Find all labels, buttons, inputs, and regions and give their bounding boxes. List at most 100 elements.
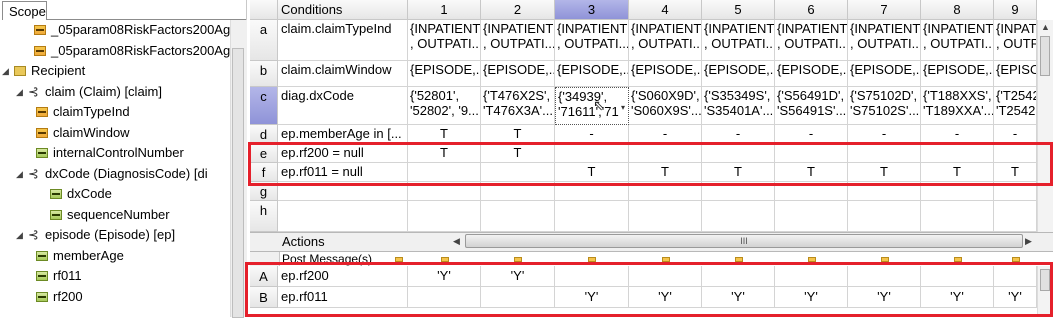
condition-cell[interactable] [629, 201, 702, 232]
condition-cell[interactable]: {EPISODE,... [408, 61, 481, 87]
condition-cell[interactable]: {'S060X9D', 'S060X9S'... [629, 87, 702, 125]
condition-cell[interactable]: T [775, 163, 848, 182]
condition-cell[interactable]: {EPISODE,... [848, 61, 921, 87]
scope-tree-item[interactable]: _05param08RiskFactors200Ag [0, 41, 230, 61]
conditions-scrollbar-thumb[interactable] [1040, 36, 1050, 76]
condition-cell[interactable]: {'52801', '52802', '9... [408, 87, 481, 125]
condition-cell[interactable] [921, 201, 994, 232]
action-cell[interactable]: 'Y' [702, 287, 775, 308]
condition-label[interactable]: ep.rf011 = null [278, 163, 408, 182]
action-cell[interactable] [848, 266, 921, 287]
condition-cell[interactable]: T [481, 144, 555, 163]
condition-cell[interactable] [848, 182, 921, 201]
scope-tree-item[interactable]: claimTypeInd [0, 102, 230, 122]
post-message-marker-icon[interactable] [395, 257, 403, 262]
expand-toggle-icon[interactable]: ◢ [16, 225, 23, 245]
scope-tree-item[interactable]: sequenceNumber [0, 205, 230, 225]
condition-cell[interactable] [921, 144, 994, 163]
condition-cell[interactable]: {EPISODE,... [702, 61, 775, 87]
row-letter[interactable]: b [250, 61, 278, 87]
condition-cell[interactable]: T [921, 163, 994, 182]
condition-cell[interactable]: {'S56491D', 'S56491S'... [775, 87, 848, 125]
column-header[interactable]: 9 [994, 0, 1037, 20]
condition-cell[interactable]: T [702, 163, 775, 182]
condition-cell[interactable] [921, 182, 994, 201]
action-cell[interactable] [629, 266, 702, 287]
action-cell[interactable]: 'Y' [629, 287, 702, 308]
post-message-marker-icon[interactable] [954, 257, 962, 262]
condition-cell[interactable]: {INPATIENT, OUTPATI... [408, 20, 481, 61]
scope-tree-item[interactable]: _05param08RiskFactors200Ag [0, 20, 230, 40]
post-message-marker-icon[interactable] [1012, 257, 1020, 262]
condition-cell[interactable] [555, 201, 629, 232]
condition-cell[interactable]: T [994, 163, 1037, 182]
action-cell[interactable] [408, 287, 481, 308]
condition-cell[interactable] [408, 201, 481, 232]
condition-cell[interactable]: - [555, 125, 629, 144]
condition-cell[interactable] [629, 182, 702, 201]
condition-label[interactable] [278, 201, 408, 232]
condition-cell[interactable]: {INPATIEN, OUTPAT [994, 20, 1037, 61]
condition-cell[interactable]: {'S75102D', 'S75102S'... [848, 87, 921, 125]
scope-tree-item[interactable]: ◢ Recipient [0, 61, 230, 81]
condition-cell[interactable]: {INPATIENT, OUTPATI... [921, 20, 994, 61]
scroll-left-arrow-icon[interactable]: ◀ [453, 236, 460, 247]
action-label[interactable]: ep.rf011 [278, 287, 408, 308]
actions-vertical-scrollbar[interactable] [1037, 266, 1053, 317]
condition-cell[interactable]: {'34939', '71611','71 ▾ ⇖ [555, 87, 629, 125]
action-cell[interactable]: 'Y' [994, 287, 1037, 308]
action-cell[interactable]: 'Y' [555, 287, 629, 308]
condition-cell[interactable] [775, 144, 848, 163]
condition-cell[interactable] [481, 182, 555, 201]
condition-label[interactable]: ep.memberAge in [... [278, 125, 408, 144]
column-header[interactable]: 6 [775, 0, 848, 20]
scope-tree-item[interactable]: dxCode [0, 184, 230, 204]
action-cell[interactable] [555, 266, 629, 287]
post-message-marker-icon[interactable] [588, 257, 596, 262]
scope-tree-item[interactable]: internalControlNumber [0, 143, 230, 163]
expand-toggle-icon[interactable]: ◢ [16, 164, 23, 184]
row-letter[interactable]: d [250, 125, 278, 144]
conditions-vertical-scrollbar[interactable]: ▲ [1037, 20, 1053, 232]
action-label[interactable]: ep.rf200 [278, 266, 408, 287]
condition-cell[interactable] [775, 201, 848, 232]
scope-tree-item[interactable]: ◢ ⊰ dxCode (DiagnosisCode) [di [0, 164, 230, 184]
row-letter[interactable]: f [250, 163, 278, 182]
action-cell[interactable] [921, 266, 994, 287]
condition-cell[interactable]: - [702, 125, 775, 144]
condition-cell[interactable]: {EPISODE,... [481, 61, 555, 87]
condition-cell[interactable]: {INPATIENT, OUTPATI... [555, 20, 629, 61]
condition-cell[interactable]: T [848, 163, 921, 182]
action-row-letter[interactable]: B [250, 287, 278, 308]
scroll-up-arrow-icon[interactable]: ▲ [1041, 22, 1050, 32]
condition-cell[interactable] [994, 182, 1037, 201]
condition-cell[interactable] [481, 201, 555, 232]
action-cell[interactable]: 'Y' [408, 266, 481, 287]
condition-cell[interactable]: {EPISODE,... [555, 61, 629, 87]
scope-tree-item[interactable]: memberAge [0, 246, 230, 266]
action-cell[interactable]: 'Y' [775, 287, 848, 308]
condition-cell[interactable]: {INPATIENT, OUTPATI... [702, 20, 775, 61]
action-cell[interactable] [702, 266, 775, 287]
condition-label[interactable]: diag.dxCode [278, 87, 408, 125]
scope-tree-item[interactable]: rf011 [0, 266, 230, 286]
dropdown-arrow-icon[interactable]: ▾ [621, 100, 625, 115]
condition-cell[interactable]: T [481, 125, 555, 144]
condition-cell[interactable]: T [408, 144, 481, 163]
action-cell[interactable]: 'Y' [848, 287, 921, 308]
action-cell[interactable] [481, 287, 555, 308]
scope-tree-item[interactable]: claimWindow [0, 123, 230, 143]
column-header[interactable]: 1 [408, 0, 481, 20]
condition-cell[interactable] [555, 182, 629, 201]
condition-cell[interactable]: {EPISO [994, 61, 1037, 87]
scroll-right-arrow-icon[interactable]: ▶ [1025, 236, 1032, 247]
row-letter[interactable]: h [250, 201, 278, 232]
scope-tree-item[interactable]: rf200 [0, 287, 230, 307]
condition-cell[interactable]: - [629, 125, 702, 144]
condition-cell[interactable]: {INPATIENT, OUTPATI... [775, 20, 848, 61]
scope-tree-item[interactable]: ◢ ⊰ episode (Episode) [ep] [0, 225, 230, 245]
column-header[interactable]: 2 [481, 0, 555, 20]
condition-cell[interactable] [702, 201, 775, 232]
condition-cell[interactable]: {INPATIENT, OUTPATI... [481, 20, 555, 61]
condition-cell[interactable]: - [921, 125, 994, 144]
